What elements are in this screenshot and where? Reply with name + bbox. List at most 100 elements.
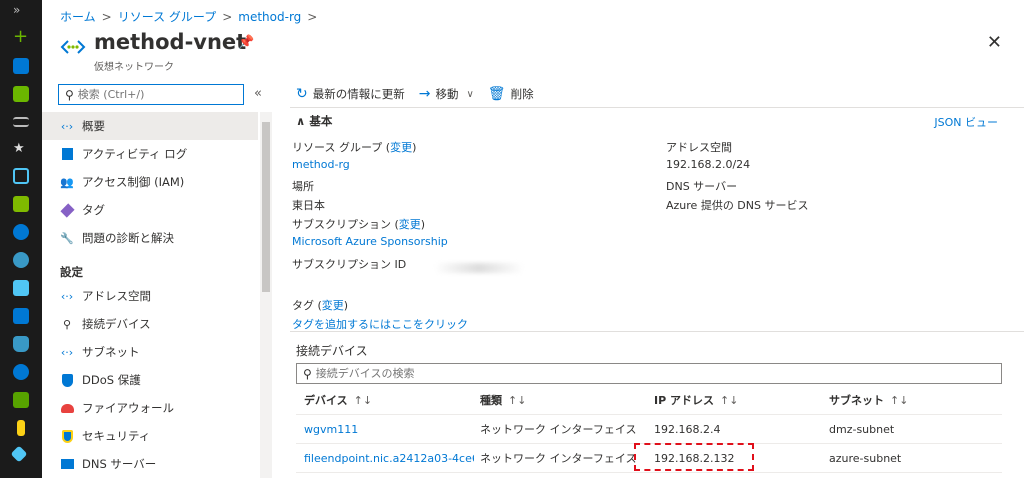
security-shield-icon xyxy=(60,429,74,443)
field-value: 192.168.2.0/24 xyxy=(666,158,751,171)
menu-item-connected-devices[interactable]: ⚲ 接続デバイス xyxy=(42,310,258,338)
tag-icon xyxy=(59,202,75,218)
field-label: 場所 xyxy=(292,180,314,193)
location-field: 場所 東日本 xyxy=(292,178,325,213)
refresh-button[interactable]: ↻ 最新の情報に更新 xyxy=(296,86,405,102)
device-link[interactable]: fileendpoint.nic.a2412a03-4ce6- xyxy=(304,452,474,465)
sql-database-icon[interactable] xyxy=(13,336,29,352)
field-value: Azure 提供の DNS サービス xyxy=(666,199,809,212)
device-search-box[interactable]: ⚲ xyxy=(296,363,1002,384)
resource-menu: ⚲ « ‹·› 概要 アクティビティ ログ 👥 アクセス制御 (IAM) タグ … xyxy=(42,80,274,478)
column-header-device[interactable]: デバイス ↑↓ xyxy=(296,392,474,408)
menu-item-label: タグ xyxy=(82,203,105,217)
all-services-icon[interactable] xyxy=(13,117,29,127)
menu-item-label: セキュリティ xyxy=(82,429,151,443)
sort-icon: ↑↓ xyxy=(719,394,739,407)
highlight-annotation xyxy=(634,443,754,471)
dashboard-icon[interactable] xyxy=(13,86,29,102)
function-app-icon[interactable] xyxy=(13,280,29,296)
close-icon[interactable]: ✕ xyxy=(987,32,1002,53)
expand-menu-icon[interactable]: » xyxy=(13,3,20,17)
home-icon[interactable] xyxy=(13,58,29,74)
resource-groups-icon[interactable] xyxy=(13,168,29,184)
redacted-value xyxy=(434,263,524,273)
menu-item-tags[interactable]: タグ xyxy=(42,196,258,224)
page-title: method-vnet xyxy=(94,30,247,54)
plug-icon: ⚲ xyxy=(62,317,72,331)
dns-servers-field: DNS サーバー Azure 提供の DNS サービス xyxy=(666,178,809,213)
resource-group-link[interactable]: method-rg xyxy=(292,158,350,171)
menu-item-subnets[interactable]: ‹·› サブネット xyxy=(42,338,258,366)
move-button[interactable]: → 移動 ∨ xyxy=(419,86,474,102)
change-tags-link[interactable]: 変更 xyxy=(322,299,344,312)
menu-item-security[interactable]: セキュリティ xyxy=(42,422,258,450)
cell-type: ネットワーク インターフェイス xyxy=(480,423,637,436)
search-icon: ⚲ xyxy=(65,87,74,102)
device-search-input[interactable] xyxy=(315,367,966,380)
menu-item-dns-servers[interactable]: DNS サーバー xyxy=(42,450,258,478)
change-resource-group-link[interactable]: 変更 xyxy=(390,141,412,154)
breadcrumb-home[interactable]: ホーム xyxy=(60,10,96,24)
cell-type: ネットワーク インターフェイス xyxy=(480,452,637,465)
subscription-field: サブスクリプション (変更) Microsoft Azure Sponsorsh… xyxy=(292,216,448,248)
device-link[interactable]: wgvm111 xyxy=(304,423,358,436)
key-vault-icon[interactable] xyxy=(17,420,25,436)
menu-item-label: アクセス制御 (IAM) xyxy=(82,175,185,189)
search-icon: ⚲ xyxy=(303,366,312,381)
collapse-menu-icon[interactable]: « xyxy=(254,86,262,101)
portal-sidebar: » + ★ xyxy=(0,0,42,478)
app-services-icon[interactable] xyxy=(13,252,29,268)
subscription-link[interactable]: Microsoft Azure Sponsorship xyxy=(292,235,448,248)
scrollbar-thumb[interactable] xyxy=(262,122,270,292)
menu-item-activity-log[interactable]: アクティビティ ログ xyxy=(42,140,258,168)
menu-item-firewall[interactable]: ファイアウォール xyxy=(42,394,258,422)
sort-icon: ↑↓ xyxy=(353,394,373,407)
menu-search-input[interactable] xyxy=(77,88,228,101)
table-header: デバイス ↑↓ 種類 ↑↓ IP アドレス ↑↓ サブネット ↑↓ xyxy=(296,386,1002,415)
resource-group-field: リソース グループ (変更) method-rg xyxy=(292,139,416,171)
menu-item-iam[interactable]: 👥 アクセス制御 (IAM) xyxy=(42,168,258,196)
paren: ) xyxy=(412,141,417,154)
column-header-type[interactable]: 種類 ↑↓ xyxy=(474,392,648,408)
recent-clock-icon[interactable] xyxy=(13,224,29,240)
change-subscription-link[interactable]: 変更 xyxy=(399,218,421,231)
security-center-icon[interactable] xyxy=(13,392,29,408)
field-value: 東日本 xyxy=(292,199,325,212)
menu-item-diagnose[interactable]: 🔧 問題の診断と解決 xyxy=(42,224,258,252)
menu-search-box[interactable]: ⚲ xyxy=(58,84,244,105)
json-view-link[interactable]: JSON ビュー xyxy=(934,114,998,130)
header-label: サブネット xyxy=(829,394,884,407)
cell-subnet: dmz-subnet xyxy=(829,422,895,436)
menu-scrollbar[interactable] xyxy=(260,112,272,478)
menu-item-label: アドレス空間 xyxy=(82,289,151,303)
menu-item-label: DNS サーバー xyxy=(82,457,157,471)
cell-ip: 192.168.2.4 xyxy=(654,422,721,436)
divider xyxy=(290,107,1024,108)
delete-button[interactable]: 🗑 削除 xyxy=(488,86,534,102)
field-label: リソース グループ ( xyxy=(292,141,391,154)
breadcrumb-resource-groups[interactable]: リソース グループ xyxy=(118,10,217,24)
header-label: IP アドレス xyxy=(654,394,714,407)
divider xyxy=(290,331,1024,332)
subnet-icon: ‹·› xyxy=(60,345,74,359)
dns-server-icon xyxy=(60,457,74,471)
menu-item-ddos[interactable]: DDoS 保護 xyxy=(42,366,258,394)
column-header-subnet[interactable]: サブネット ↑↓ xyxy=(823,392,1002,408)
breadcrumb-method-rg[interactable]: method-rg xyxy=(238,10,301,24)
essentials-toggle[interactable]: ∧ 基本 xyxy=(296,113,332,129)
azure-ad-icon[interactable] xyxy=(10,445,28,463)
menu-item-overview[interactable]: ‹·› 概要 xyxy=(42,112,258,140)
pin-icon[interactable]: 📌 xyxy=(238,35,254,50)
menu-item-address-space[interactable]: ‹·› アドレス空間 xyxy=(42,282,258,310)
favorites-star-icon[interactable]: ★ xyxy=(13,141,29,157)
cell-subnet: azure-subnet xyxy=(829,451,902,465)
all-resources-icon[interactable] xyxy=(13,196,29,212)
cosmos-db-icon[interactable] xyxy=(13,364,29,380)
add-tags-link[interactable]: タグを追加するにはここをクリック xyxy=(292,318,468,331)
sort-icon: ↑↓ xyxy=(890,394,909,407)
breadcrumb: ホーム > リソース グループ > method-rg > xyxy=(60,8,323,25)
create-resource-icon[interactable]: + xyxy=(13,28,29,46)
column-header-ip[interactable]: IP アドレス ↑↓ xyxy=(648,392,823,408)
virtual-machines-icon[interactable] xyxy=(13,308,29,324)
address-space-icon: ‹·› xyxy=(60,289,74,303)
